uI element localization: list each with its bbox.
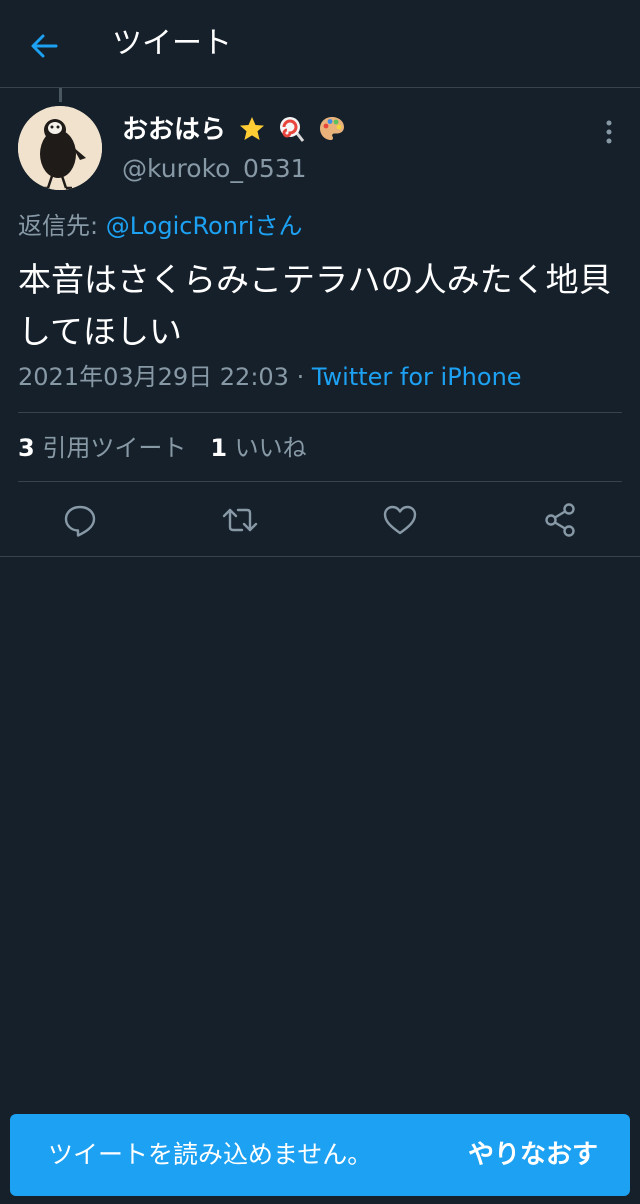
user-handle[interactable]: @kuroko_0531 <box>122 152 307 186</box>
more-options-icon[interactable] <box>598 118 620 148</box>
crow-avatar-image <box>18 106 102 190</box>
divider <box>18 481 622 482</box>
reply-to-label: 返信先: <box>18 212 106 240</box>
share-icon[interactable] <box>540 500 580 540</box>
meta-separator: · <box>288 363 312 391</box>
palette-emoji-icon <box>320 117 345 140</box>
quote-label: 引用ツイート <box>34 434 187 462</box>
tweet-stats: 3 引用ツイート 1 いいね <box>18 431 307 465</box>
tweet-meta: 2021年03月29日 22:03 · Twitter for iPhone <box>18 360 522 394</box>
quote-count: 3 <box>18 434 35 462</box>
display-name-text: おおはら <box>122 115 227 145</box>
retry-button[interactable]: やりなおす <box>468 1135 598 1175</box>
star-emoji-icon <box>240 117 265 140</box>
display-name[interactable]: おおはら <box>122 112 346 148</box>
quote-tweets-stat[interactable]: 3 引用ツイート <box>18 434 186 462</box>
tweet-text: 本音はさくらみこテラハの人みたく地貝してほしい <box>18 260 612 351</box>
like-icon[interactable] <box>380 500 420 540</box>
avatar[interactable] <box>18 106 102 190</box>
divider <box>0 556 640 557</box>
divider <box>18 412 622 413</box>
tweet-source-link[interactable]: Twitter for iPhone <box>312 363 522 391</box>
like-count: 1 <box>210 434 228 462</box>
reply-to-line: 返信先: @LogicRonriさん <box>18 208 302 244</box>
action-bar <box>0 494 640 544</box>
reply-mention-link[interactable]: @LogicRonriさん <box>106 212 303 240</box>
top-bar: ツイート <box>0 0 640 88</box>
reply-mention-suffix: さん <box>254 212 303 240</box>
tweet-timestamp[interactable]: 2021年03月29日 22:03 <box>18 363 289 391</box>
like-label: いいね <box>227 434 307 462</box>
retweet-icon[interactable] <box>220 500 260 540</box>
lollipop-emoji-icon <box>280 117 305 142</box>
error-toast: ツイートを読み込めません。 やりなおす <box>10 1114 630 1196</box>
toast-message: ツイートを読み込めません。 <box>48 1140 373 1169</box>
thread-connector-line <box>59 88 62 102</box>
page-title: ツイート <box>112 26 232 61</box>
likes-stat[interactable]: 1 いいね <box>210 434 306 462</box>
reply-icon[interactable] <box>60 500 100 540</box>
reply-mention-handle: @LogicRonri <box>105 212 255 240</box>
back-arrow-icon[interactable] <box>26 28 62 64</box>
